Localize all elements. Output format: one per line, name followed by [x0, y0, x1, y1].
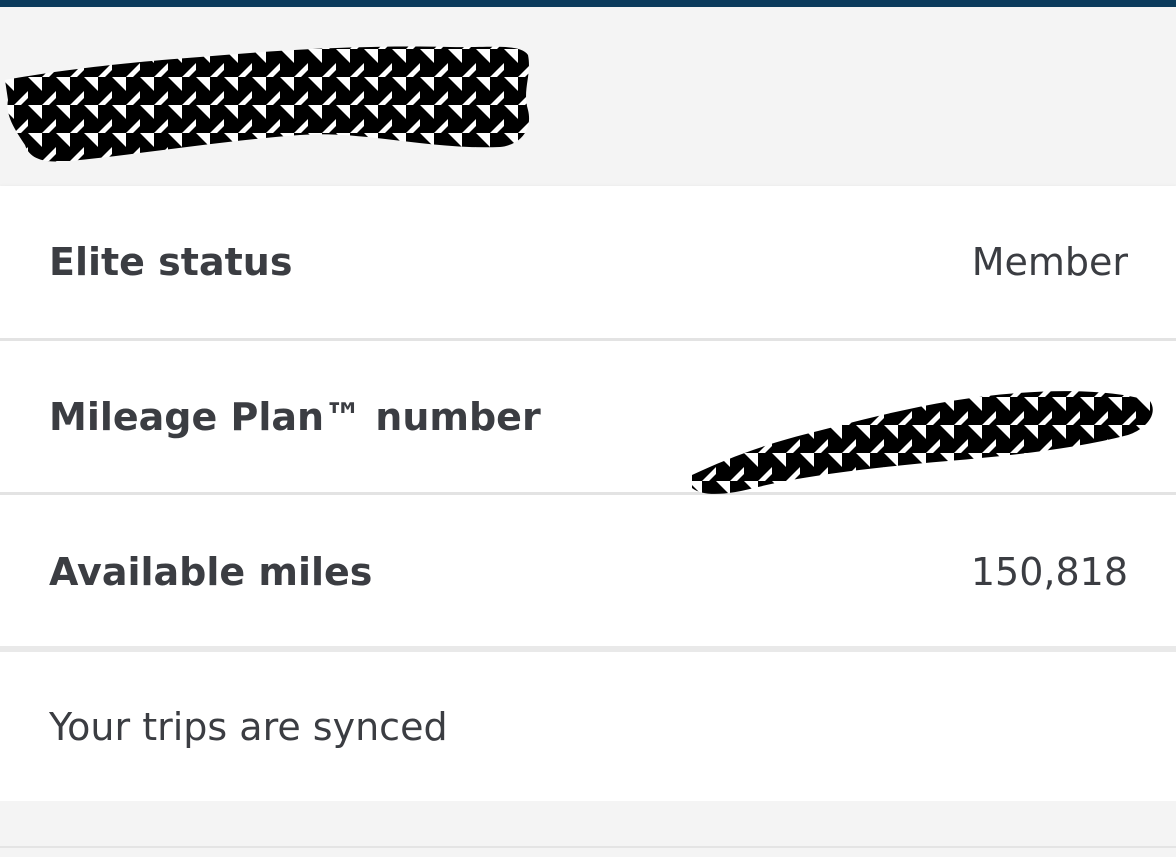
footer-divider [0, 846, 1176, 848]
mileage-plan-label: Mileage Plan™ number [49, 394, 541, 439]
account-header [0, 7, 1176, 185]
account-summary-card: Elite status Member Mileage Plan™ number… [0, 186, 1176, 801]
redacted-name-scribble [5, 46, 530, 162]
available-miles-row: Available miles 150,818 [0, 495, 1176, 649]
elite-status-label: Elite status [49, 240, 293, 284]
footer-background [0, 801, 1176, 857]
mileage-plan-row: Mileage Plan™ number [0, 341, 1176, 495]
trip-sync-status: Your trips are synced [49, 704, 448, 749]
available-miles-value: 150,818 [970, 550, 1128, 594]
top-accent-bar [0, 0, 1176, 7]
available-miles-label: Available miles [49, 550, 373, 594]
redacted-mileage-number-scribble [692, 391, 1153, 494]
elite-status-value: Member [971, 240, 1128, 284]
trip-sync-row: Your trips are synced [0, 652, 1176, 801]
elite-status-row: Elite status Member [0, 186, 1176, 341]
